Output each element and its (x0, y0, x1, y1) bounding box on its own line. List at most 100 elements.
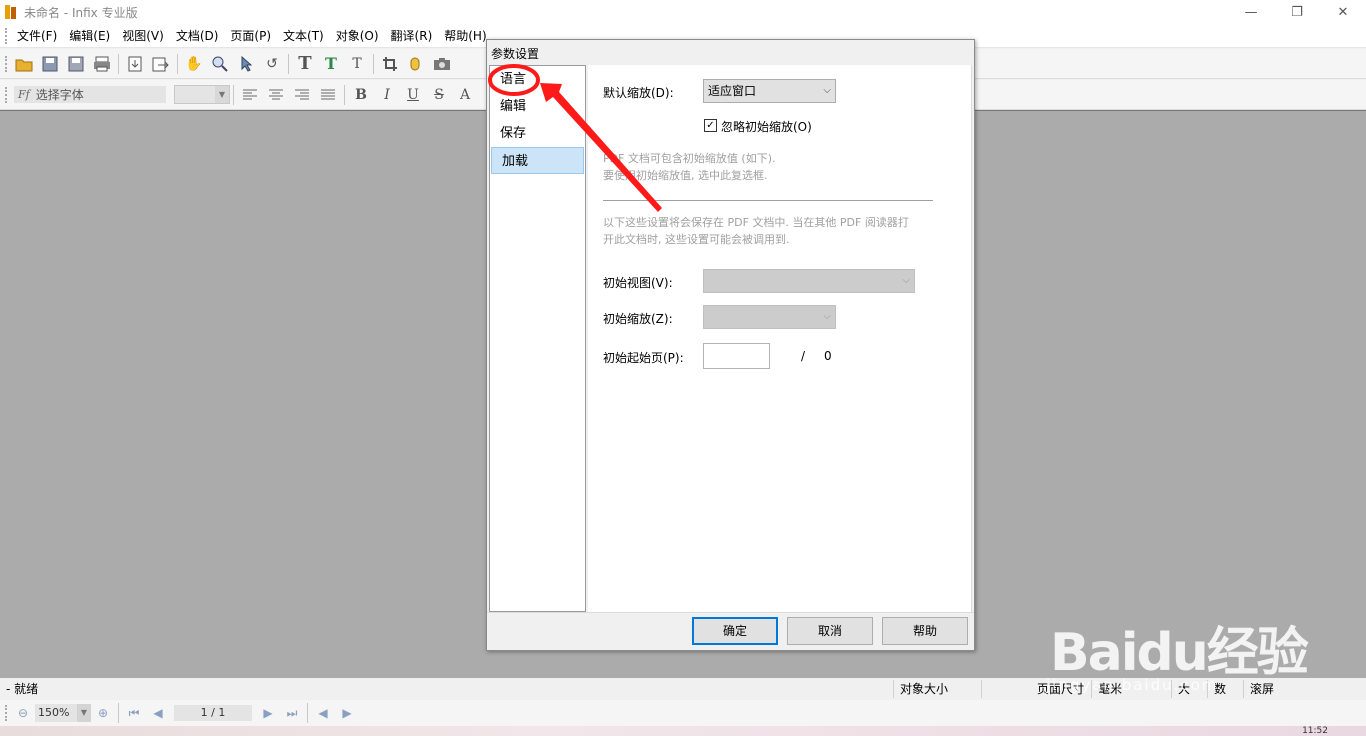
initial-view-label: 初始视图(V): (603, 276, 673, 290)
zoom-note-line1: PDF 文档可包含初始缩放值 (如下). (603, 152, 776, 165)
align-center-icon[interactable] (265, 84, 287, 106)
restore-button[interactable]: ❐ (1274, 0, 1320, 24)
dialog-nav-list: 语言 编辑 保存 加载 (489, 65, 586, 612)
zoom-note-line2: 要使用初始缩放值, 选中此复选框. (603, 169, 768, 182)
strikethrough-button[interactable]: S (428, 84, 450, 106)
toolbar-grip (5, 86, 11, 103)
navbar-grip (5, 705, 11, 721)
status-object-size: 对象大小 (894, 680, 982, 698)
default-zoom-value: 适应窗口 (708, 84, 757, 98)
nav-item-load[interactable]: 加载 (491, 147, 584, 174)
toolbar-separator (233, 84, 234, 105)
zoom-level[interactable]: 150% (35, 704, 77, 722)
import-icon[interactable] (124, 53, 146, 75)
text-format-icon[interactable]: T (346, 53, 368, 75)
page-total: 0 (824, 349, 832, 363)
rotate-icon[interactable]: ↺ (261, 53, 283, 75)
zoom-icon[interactable] (209, 53, 231, 75)
watermark-logo: Baidu经验 (1050, 623, 1309, 683)
chevron-down-icon: ⌵ (902, 275, 910, 286)
initial-zoom-label: 初始缩放(Z): (603, 312, 673, 326)
menu-help[interactable]: 帮助(H) (438, 25, 492, 47)
bold-button[interactable]: B (350, 84, 372, 106)
next-page-icon[interactable]: ▶ (258, 703, 278, 723)
menu-document[interactable]: 文档(D) (170, 25, 225, 47)
save-icon[interactable] (39, 53, 61, 75)
text-edit-icon[interactable]: T (320, 53, 342, 75)
ok-button[interactable]: 确定 (692, 617, 778, 645)
settings-note-line1: 以下这些设置将会保存在 PDF 文档中. 当在其他 PDF 阅读器打 (603, 216, 909, 229)
toolbar-separator (307, 703, 308, 723)
camera-icon[interactable] (431, 53, 453, 75)
initial-view-select: ⌵ (703, 269, 915, 293)
dialog-footer: 确定 取消 帮助 (487, 612, 974, 650)
minimize-button[interactable]: — (1228, 0, 1274, 24)
ignore-initial-zoom-label[interactable]: 忽略初始缩放(O) (721, 118, 812, 135)
toolbar-separator (373, 53, 374, 74)
prev-page-icon[interactable]: ◀ (148, 703, 168, 723)
select-arrow-icon[interactable] (235, 53, 257, 75)
save-as-icon[interactable] (65, 53, 87, 75)
section-divider (603, 200, 933, 201)
taskbar-strip: 11:52 (0, 726, 1366, 736)
toolbar-separator (177, 53, 178, 74)
open-icon[interactable] (13, 53, 35, 75)
initial-zoom-select: ⌵ (703, 305, 836, 329)
chevron-down-icon[interactable]: ▼ (77, 704, 91, 722)
hand-icon[interactable]: ✋ (183, 53, 205, 75)
justify-icon[interactable] (317, 84, 339, 106)
text-color-button[interactable]: A (454, 84, 476, 106)
window-controls: — ❐ ✕ (1228, 0, 1366, 24)
initial-page-input[interactable] (703, 343, 770, 369)
font-select-placeholder: 选择字体 (35, 88, 84, 102)
preferences-dialog: 参数设置 语言 编辑 保存 加载 默认缩放(D): 适应窗口 ⌵ ✓ 忽略初始缩… (486, 39, 975, 651)
chevron-down-icon: ⌵ (823, 85, 831, 96)
status-ready: - 就绪 (0, 680, 894, 698)
menu-text[interactable]: 文本(T) (277, 25, 330, 47)
chevron-down-icon: ⌵ (823, 311, 831, 322)
zoom-in-icon[interactable]: ⊕ (93, 703, 113, 723)
align-right-icon[interactable] (291, 84, 313, 106)
font-size-select[interactable]: ▼ (174, 85, 230, 104)
menu-page[interactable]: 页面(P) (224, 25, 277, 47)
font-select[interactable]: Ff 选择字体 (14, 86, 166, 103)
attach-icon[interactable] (405, 53, 427, 75)
last-page-icon[interactable]: ⏭ (282, 703, 302, 723)
menu-file[interactable]: 文件(F) (11, 25, 63, 47)
crop-icon[interactable] (379, 53, 401, 75)
watermark-url: jingyan.baidu.com (1046, 676, 1219, 694)
app-icon (4, 4, 18, 20)
text-tool-icon[interactable]: T (294, 53, 316, 75)
menu-edit[interactable]: 编辑(E) (63, 25, 116, 47)
back-icon[interactable]: ◀ (313, 703, 333, 723)
toolbar-grip (5, 55, 11, 72)
underline-button[interactable]: U (402, 84, 424, 106)
menu-view[interactable]: 视图(V) (116, 25, 170, 47)
page-separator: / (801, 349, 806, 363)
close-button[interactable]: ✕ (1320, 0, 1366, 24)
cancel-button[interactable]: 取消 (787, 617, 873, 645)
help-button[interactable]: 帮助 (882, 617, 968, 645)
print-icon[interactable] (91, 53, 113, 75)
italic-button[interactable]: I (376, 84, 398, 106)
font-icon: Ff (18, 88, 30, 101)
title-bar: 未命名 - Infix 专业版 — ❐ ✕ (0, 0, 1366, 24)
menu-object[interactable]: 对象(O) (330, 25, 385, 47)
chevron-down-icon: ▼ (215, 86, 229, 103)
zoom-out-icon[interactable]: ⊖ (13, 703, 33, 723)
nav-item-edit[interactable]: 编辑 (490, 93, 585, 120)
menu-translate[interactable]: 翻译(R) (385, 25, 439, 47)
forward-icon[interactable]: ▶ (337, 703, 357, 723)
toolbar-separator (344, 84, 345, 105)
nav-item-save[interactable]: 保存 (490, 120, 585, 147)
nav-item-language[interactable]: 语言 (490, 66, 585, 93)
export-icon[interactable] (150, 53, 172, 75)
first-page-icon[interactable]: ⏮ (124, 703, 144, 723)
ignore-initial-zoom-checkbox[interactable]: ✓ (704, 119, 717, 132)
page-indicator[interactable]: 1 / 1 (174, 705, 252, 721)
dialog-content: 默认缩放(D): 适应窗口 ⌵ ✓ 忽略初始缩放(O) PDF 文档可包含初始缩… (588, 65, 972, 612)
align-left-icon[interactable] (239, 84, 261, 106)
toolbar-separator (118, 703, 119, 723)
default-zoom-select[interactable]: 适应窗口 ⌵ (703, 79, 836, 103)
dialog-title: 参数设置 (491, 47, 540, 61)
